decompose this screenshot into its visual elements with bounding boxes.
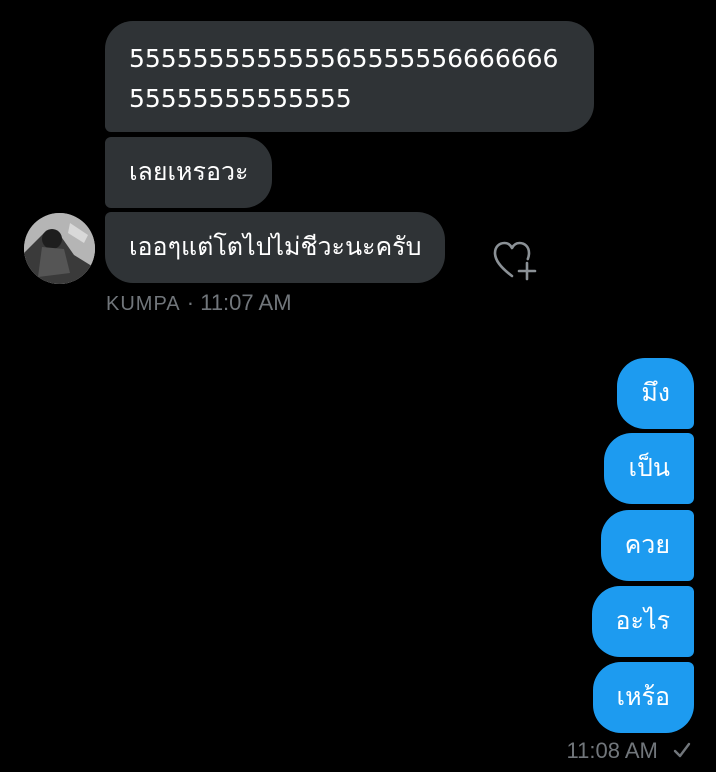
message-bubble-outgoing[interactable]: อะไร <box>591 586 694 657</box>
message-bubble-outgoing[interactable]: เหร้อ <box>592 662 694 733</box>
sender-name[interactable]: KUMPA <box>106 293 181 315</box>
heart-plus-icon <box>493 241 537 281</box>
message-text: เออๆแต่โตไปไม่ชีวะนะครับ <box>129 232 422 261</box>
message-text: มึง <box>641 378 670 407</box>
incoming-meta: KUMPA · 11:07 AM <box>106 290 292 316</box>
checkmark-icon <box>672 740 692 760</box>
message-timestamp: 11:07 AM <box>200 290 292 315</box>
message-text: เป็น <box>628 453 670 482</box>
message-text: ควย <box>624 530 670 559</box>
message-bubble-outgoing[interactable]: เป็น <box>604 433 694 504</box>
message-bubble-outgoing[interactable]: ควย <box>600 510 694 581</box>
avatar-photo <box>24 213 95 284</box>
meta-separator: · <box>186 290 201 315</box>
message-bubble-outgoing[interactable]: มึง <box>617 358 694 429</box>
message-bubble-incoming[interactable]: เลยเหรอวะ <box>105 137 273 208</box>
message-text: เหร้อ <box>616 682 670 711</box>
add-reaction-button[interactable] <box>492 240 538 282</box>
message-bubble-incoming[interactable]: เออๆแต่โตไปไม่ชีวะนะครับ <box>105 212 446 283</box>
message-bubble-incoming[interactable]: 5555555555555655555566666665555555555555… <box>105 21 594 132</box>
message-timestamp: 11:08 AM <box>566 738 658 763</box>
message-text: เลยเหรอวะ <box>129 157 249 186</box>
message-text: อะไร <box>615 606 670 635</box>
outgoing-meta: 11:08 AM <box>567 738 692 764</box>
avatar[interactable] <box>24 213 95 284</box>
message-text: 5555555555555655555566666665555555555555… <box>129 44 559 113</box>
